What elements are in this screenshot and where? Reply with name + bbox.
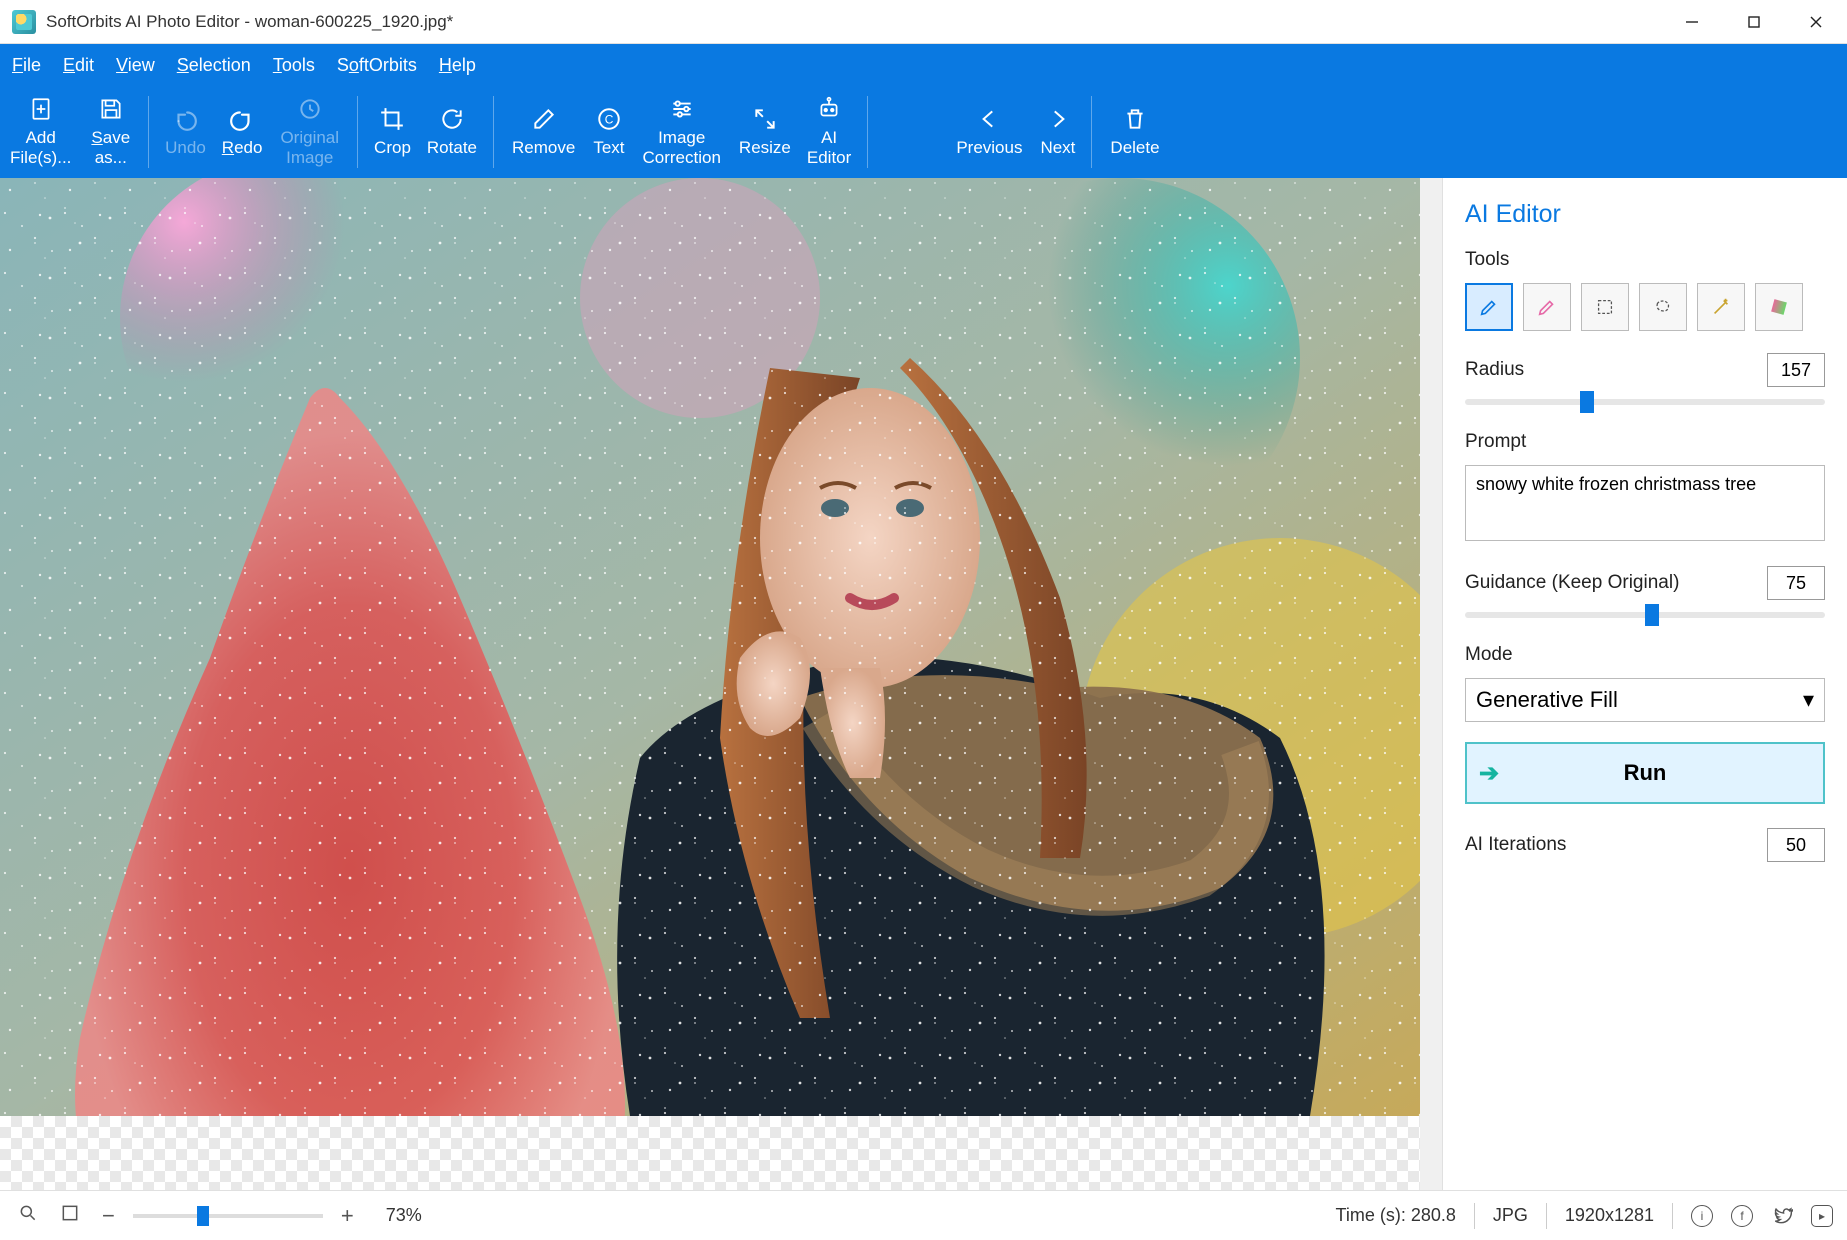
radius-label: Radius <box>1465 359 1524 381</box>
add-file-icon <box>28 96 54 122</box>
zoom-in-button[interactable]: + <box>337 1203 358 1229</box>
eraser-icon <box>531 106 557 132</box>
arrow-left-icon <box>976 106 1002 132</box>
run-arrow-icon: ➔ <box>1479 759 1499 788</box>
arrow-right-icon <box>1045 106 1071 132</box>
close-button[interactable] <box>1785 0 1847 44</box>
dimensions-label: 1920x1281 <box>1565 1205 1654 1226</box>
zoom-out-button[interactable]: − <box>98 1203 119 1229</box>
rectangle-select-tool[interactable] <box>1581 283 1629 331</box>
radius-value[interactable]: 157 <box>1767 353 1825 387</box>
text-button[interactable]: C Text <box>585 86 632 178</box>
remove-button[interactable]: Remove <box>502 86 585 178</box>
image-correction-button[interactable]: ImageCorrection <box>633 86 731 178</box>
menu-view[interactable]: View <box>116 55 155 76</box>
menu-softorbits[interactable]: SoftOrbits <box>337 55 417 76</box>
brush-tool[interactable] <box>1465 283 1513 331</box>
zoom-thumb[interactable] <box>197 1206 209 1226</box>
zoom-fit-icon[interactable] <box>14 1203 42 1229</box>
trash-icon <box>1122 106 1148 132</box>
fit-screen-icon[interactable] <box>56 1203 84 1229</box>
crop-button[interactable]: Crop <box>366 86 419 178</box>
canvas[interactable] <box>0 178 1442 1190</box>
guidance-thumb[interactable] <box>1645 604 1659 626</box>
menu-file[interactable]: File <box>12 55 41 76</box>
facebook-icon[interactable]: f <box>1731 1205 1753 1227</box>
mode-label: Mode <box>1465 644 1825 666</box>
zoom-level: 73% <box>386 1205 422 1226</box>
resize-icon <box>752 106 778 132</box>
delete-button[interactable]: Delete <box>1100 86 1169 178</box>
resize-button[interactable]: Resize <box>731 86 799 178</box>
undo-button: Undo <box>157 86 214 178</box>
menu-bar: File Edit View Selection Tools SoftOrbit… <box>0 44 1847 86</box>
mode-select[interactable]: Generative Fill ▾ <box>1465 678 1825 722</box>
previous-button[interactable]: Previous <box>946 86 1032 178</box>
save-as-button[interactable]: Saveas... <box>81 86 140 178</box>
menu-tools[interactable]: Tools <box>273 55 315 76</box>
menu-edit[interactable]: Edit <box>63 55 94 76</box>
tools-label: Tools <box>1465 249 1825 271</box>
guidance-slider[interactable] <box>1465 612 1825 618</box>
title-bar: SoftOrbits AI Photo Editor - woman-60022… <box>0 0 1847 44</box>
next-button[interactable]: Next <box>1032 86 1083 178</box>
toolbar: AddFile(s)... Saveas... Undo Redo Origin… <box>0 86 1847 178</box>
add-files-button[interactable]: AddFile(s)... <box>0 86 81 178</box>
save-icon <box>98 96 124 122</box>
window-controls <box>1661 0 1847 44</box>
radius-thumb[interactable] <box>1580 391 1594 413</box>
eraser-tool[interactable] <box>1523 283 1571 331</box>
transparent-bg <box>0 1116 1420 1190</box>
lasso-select-tool[interactable] <box>1639 283 1687 331</box>
menu-help[interactable]: Help <box>439 55 476 76</box>
window-title: SoftOrbits AI Photo Editor - woman-60022… <box>46 12 453 32</box>
text-icon: C <box>596 106 622 132</box>
guidance-value[interactable]: 75 <box>1767 566 1825 600</box>
tool-buttons <box>1465 283 1825 331</box>
main-area: AI Editor Tools Radius 157 Prompt Guidan… <box>0 178 1847 1190</box>
run-button[interactable]: ➔ Run <box>1465 742 1825 804</box>
radius-slider[interactable] <box>1465 399 1825 405</box>
magic-wand-tool[interactable] <box>1697 283 1745 331</box>
edited-image <box>0 178 1420 1116</box>
chevron-down-icon: ▾ <box>1803 687 1814 713</box>
svg-text:C: C <box>605 113 614 127</box>
time-label: Time (s): 280.8 <box>1336 1205 1456 1226</box>
undo-icon <box>172 106 198 132</box>
ai-editor-button[interactable]: AIEditor <box>799 86 859 178</box>
iterations-value[interactable]: 50 <box>1767 828 1825 862</box>
redo-button[interactable]: Redo <box>214 86 271 178</box>
sliders-icon <box>669 96 695 122</box>
iterations-label: AI Iterations <box>1465 834 1566 856</box>
rotate-button[interactable]: Rotate <box>419 86 485 178</box>
guidance-label: Guidance (Keep Original) <box>1465 572 1679 594</box>
twitter-icon[interactable] <box>1771 1205 1793 1227</box>
crop-icon <box>379 106 405 132</box>
gradient-tool[interactable] <box>1755 283 1803 331</box>
maximize-button[interactable] <box>1723 0 1785 44</box>
minimize-button[interactable] <box>1661 0 1723 44</box>
rotate-icon <box>439 106 465 132</box>
youtube-icon[interactable]: ▸ <box>1811 1205 1833 1227</box>
status-bar: − + 73% Time (s): 280.8 JPG 1920x1281 i … <box>0 1190 1847 1240</box>
menu-selection[interactable]: Selection <box>177 55 251 76</box>
prompt-label: Prompt <box>1465 431 1825 453</box>
robot-icon <box>816 96 842 122</box>
redo-icon <box>229 106 255 132</box>
prompt-input[interactable] <box>1465 465 1825 541</box>
app-icon <box>12 10 36 34</box>
format-label: JPG <box>1493 1205 1528 1226</box>
history-icon <box>297 96 323 122</box>
original-image-button: OriginalImage <box>270 86 349 178</box>
panel-title: AI Editor <box>1465 200 1825 229</box>
info-icon[interactable]: i <box>1691 1205 1713 1227</box>
zoom-slider[interactable] <box>133 1214 323 1218</box>
ai-editor-panel: AI Editor Tools Radius 157 Prompt Guidan… <box>1442 178 1847 1190</box>
